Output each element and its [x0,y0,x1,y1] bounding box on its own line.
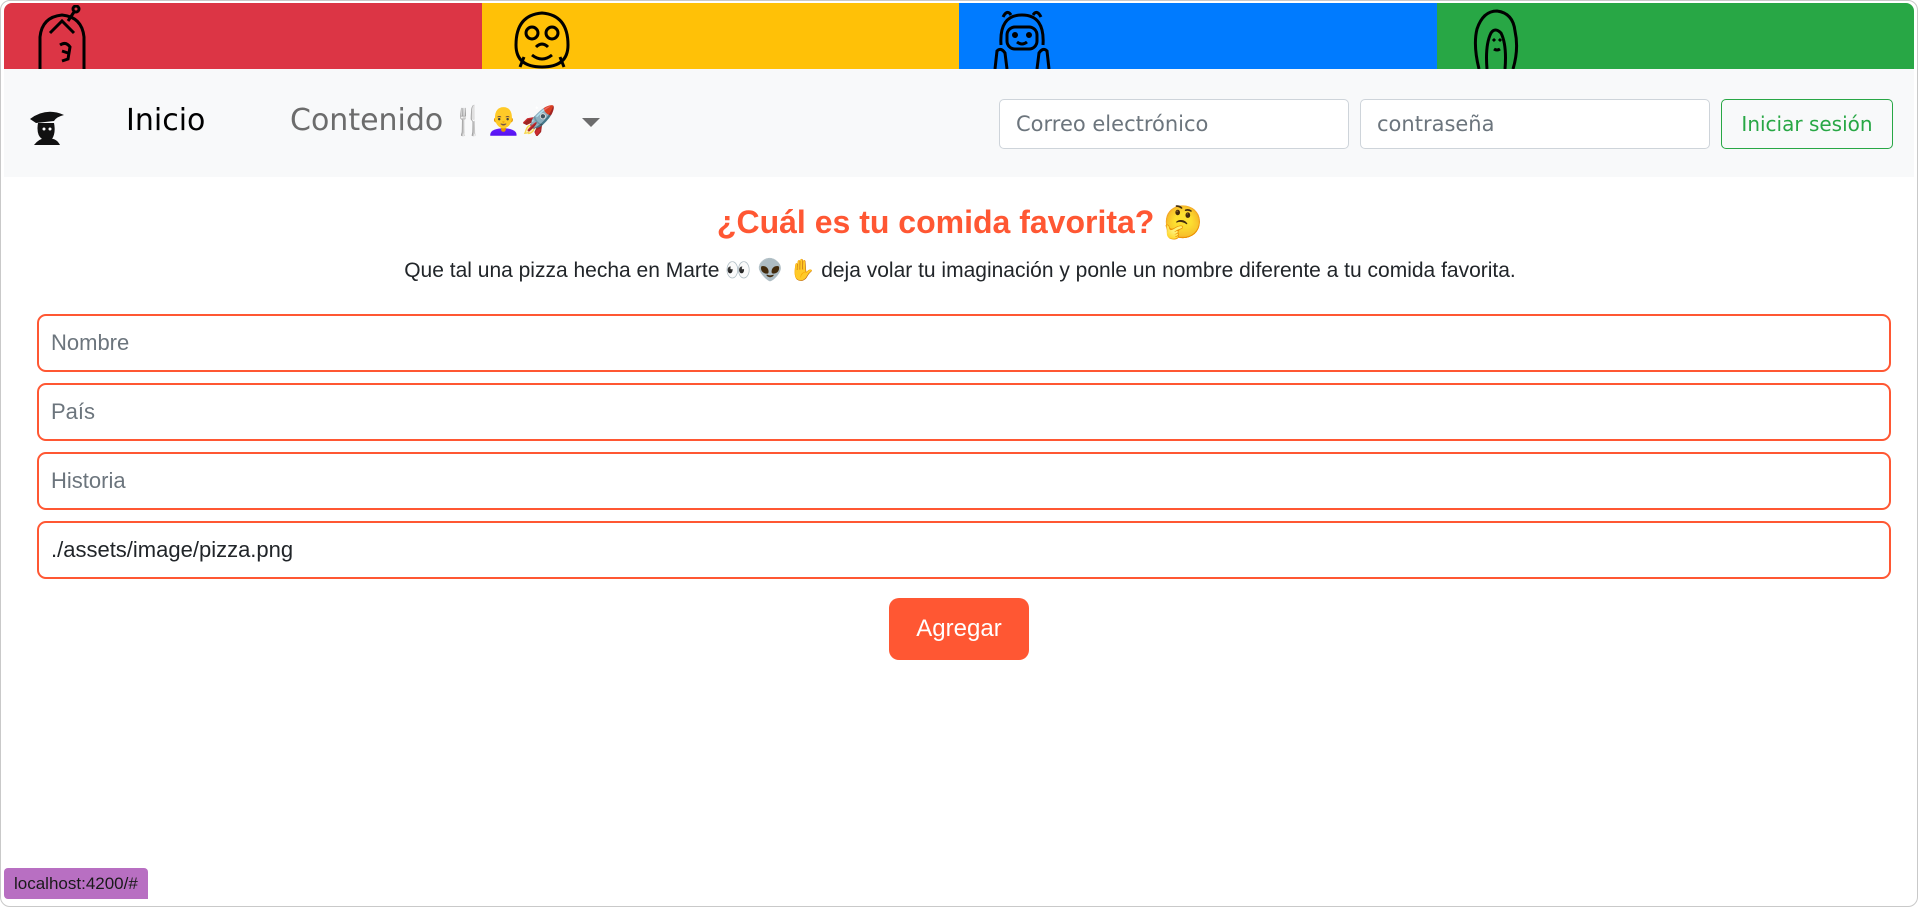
country-field[interactable] [37,383,1891,441]
nav-content-dropdown[interactable]: Contenido 🍴👩‍🦲🚀 [290,103,600,138]
princess-bubblegum-icon [38,5,86,69]
banner-segment-yellow [481,3,959,69]
add-button[interactable]: Agregar [889,598,1029,660]
status-bar-url: localhost:4200/# [4,868,148,899]
login-button[interactable]: Iniciar sesión [1721,99,1893,149]
image-path-field[interactable] [37,521,1891,579]
marceline-icon [1473,9,1518,69]
navbar: Inicio Contenido 🍴👩‍🦲🚀 Iniciar sesión [4,69,1914,177]
name-field[interactable] [37,314,1891,372]
password-input[interactable] [1360,99,1710,149]
banner-segment-green [1436,3,1914,69]
top-banner [4,3,1914,69]
banner-segment-blue [959,3,1437,69]
hat-character-icon[interactable] [26,105,68,147]
browser-viewport: Inicio Contenido 🍴👩‍🦲🚀 Iniciar sesión ¿C… [0,0,1918,907]
jake-dog-icon [513,11,570,69]
email-input[interactable] [999,99,1349,149]
story-field[interactable] [37,452,1891,510]
nav-content-emojis: 🍴👩‍🦲🚀 [451,104,556,137]
nav-content-label: Contenido [290,103,444,138]
page-title: ¿Cuál es tu comida favorita? 🤔 [716,204,1204,240]
banner-segment-red [4,3,482,69]
nav-home-link[interactable]: Inicio [126,103,205,138]
page-subtitle: Que tal una pizza hecha en Marte 👀 👽 ✋ d… [404,259,1516,282]
finn-human-icon [993,10,1051,69]
caret-down-icon[interactable] [581,118,600,127]
